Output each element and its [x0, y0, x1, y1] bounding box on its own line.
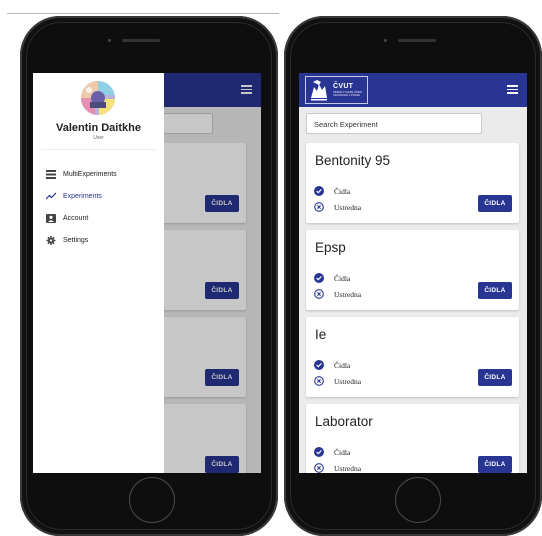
- drawer-divider: [41, 149, 156, 150]
- x-circle-icon: [314, 202, 324, 212]
- x-circle-icon: [314, 463, 324, 473]
- x-circle-icon: [314, 376, 324, 386]
- drawer-item-label: MultiExperiments: [63, 171, 117, 178]
- status-label: Ustredna: [334, 203, 362, 212]
- experiment-title: Ie: [315, 327, 327, 342]
- experiment-title: Bentonity 95: [315, 153, 391, 168]
- gear-icon: [46, 236, 56, 245]
- drawer-item-label: Experiments: [63, 193, 102, 200]
- status-row: Čidla: [314, 273, 351, 283]
- phone-camera: [108, 39, 111, 42]
- phone-speaker: [122, 39, 160, 42]
- experiment-card[interactable]: Ie Čidla Ustredna ČIDLA: [306, 317, 519, 397]
- list-icon: [46, 170, 56, 179]
- experiment-card[interactable]: Laborator Čidla Ustredna ČIDLA: [306, 404, 519, 473]
- experiment-title: Epsp: [315, 240, 346, 255]
- phone-screen: ČVUT ČESKÉ VYSOKÉ UČENÍ TECHNICKÉ V PRAZ…: [299, 73, 527, 473]
- status-row: Čidla: [314, 186, 351, 196]
- drawer-item-settings[interactable]: Settings: [46, 236, 88, 245]
- check-circle-icon: [314, 447, 324, 457]
- cidla-button[interactable]: ČIDLA: [478, 369, 512, 386]
- check-circle-icon: [314, 186, 324, 196]
- status-label: Ustredna: [334, 290, 362, 299]
- phone-home-button[interactable]: [129, 477, 175, 523]
- user-role: User: [93, 135, 104, 141]
- status-row: Čidla: [314, 360, 351, 370]
- status-row: Ustredna: [314, 289, 362, 299]
- drawer-item-experiments[interactable]: Experiments: [46, 192, 102, 201]
- phone-camera: [384, 39, 387, 42]
- drawer-item-label: Settings: [63, 237, 89, 244]
- drawer-item-multiexperiments[interactable]: MultiExperiments: [46, 170, 117, 179]
- phone-home-button[interactable]: [395, 477, 441, 523]
- status-label: Čidla: [334, 187, 351, 196]
- cidla-button[interactable]: ČIDLA: [478, 195, 512, 212]
- lion-emblem-icon: [308, 78, 330, 102]
- status-row: Ustredna: [314, 463, 362, 473]
- phone-screen: ČIDLA ČIDLA ČIDLA ČIDLA Valentin Daitkhe…: [33, 73, 261, 473]
- experiment-title: Laborator: [315, 414, 373, 429]
- status-label: Čidla: [334, 448, 351, 457]
- logo-title: ČVUT: [333, 82, 354, 90]
- status-label: Čidla: [334, 361, 351, 370]
- drawer-item-label: Account: [63, 215, 89, 222]
- phone-mockup-left: ČIDLA ČIDLA ČIDLA ČIDLA Valentin Daitkhe…: [20, 16, 278, 536]
- experiment-card[interactable]: Epsp Čidla Ustredna ČIDLA: [306, 230, 519, 310]
- logo-subtitle: ČESKÉ VYSOKÉ UČENÍ TECHNICKÉ V PRAZE: [333, 90, 362, 97]
- check-circle-icon: [314, 360, 324, 370]
- phone-mockup-right: ČVUT ČESKÉ VYSOKÉ UČENÍ TECHNICKÉ V PRAZ…: [284, 16, 542, 536]
- cidla-button[interactable]: ČIDLA: [478, 282, 512, 299]
- experiment-card[interactable]: Bentonity 95 Čidla Ustredna ČIDLA: [306, 143, 519, 223]
- status-label: Ustredna: [334, 464, 362, 473]
- status-row: Ustredna: [314, 376, 362, 386]
- cidla-button[interactable]: ČIDLA: [478, 456, 512, 473]
- trending-icon: [46, 192, 56, 200]
- search-input[interactable]: Search Experiment: [306, 113, 482, 134]
- navigation-drawer: Valentin Daitkhe User MultiExperiments E…: [33, 73, 164, 473]
- cvut-logo[interactable]: ČVUT ČESKÉ VYSOKÉ UČENÍ TECHNICKÉ V PRAZ…: [305, 76, 368, 104]
- status-label: Ustredna: [334, 377, 362, 386]
- user-name: Valentin Daitkhe: [56, 122, 141, 134]
- x-circle-icon: [314, 289, 324, 299]
- account-box-icon: [46, 214, 56, 223]
- phone-speaker: [398, 39, 436, 42]
- avatar: [81, 81, 115, 115]
- status-row: Čidla: [314, 447, 351, 457]
- app-bar: ČVUT ČESKÉ VYSOKÉ UČENÍ TECHNICKÉ V PRAZ…: [299, 73, 527, 107]
- status-label: Čidla: [334, 274, 351, 283]
- top-divider-line: [7, 13, 279, 14]
- hamburger-icon[interactable]: [507, 85, 518, 94]
- drawer-item-account[interactable]: Account: [46, 214, 88, 223]
- status-row: Ustredna: [314, 202, 362, 212]
- check-circle-icon: [314, 273, 324, 283]
